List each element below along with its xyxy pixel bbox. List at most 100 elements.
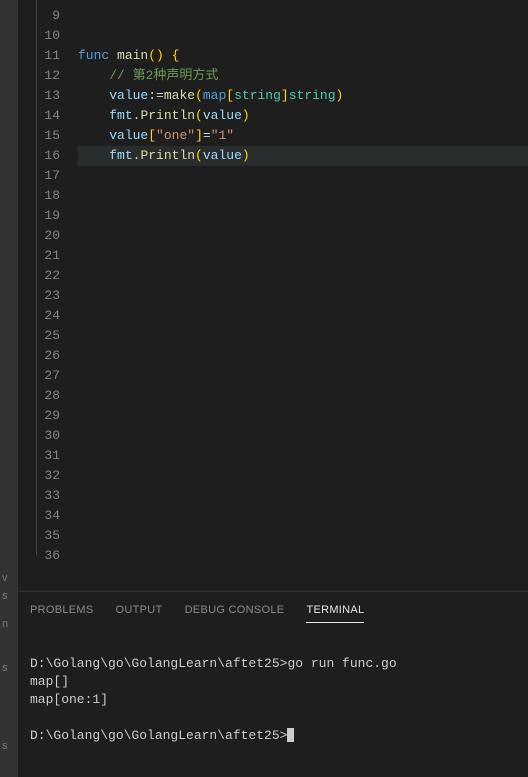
code-line[interactable] xyxy=(78,166,528,186)
code-line[interactable] xyxy=(78,186,528,206)
code-line[interactable] xyxy=(78,326,528,346)
code-line[interactable] xyxy=(78,466,528,486)
activity-hint: n xyxy=(2,618,8,630)
terminal-content[interactable]: D:\Golang\go\GolangLearn\aftet25>go run … xyxy=(18,623,528,777)
code-line[interactable]: value["one"]="1" xyxy=(78,126,528,146)
terminal-line: map[] xyxy=(30,673,516,691)
code-token: value xyxy=(109,88,148,103)
code-line[interactable] xyxy=(78,6,528,26)
code-line[interactable]: fmt.Println(value) xyxy=(78,106,528,126)
code-token: ( xyxy=(195,88,203,103)
line-number: 15 xyxy=(18,126,60,146)
code-token: map xyxy=(203,88,226,103)
line-number: 31 xyxy=(18,446,60,466)
code-line[interactable] xyxy=(78,246,528,266)
panel-tab-debug-console[interactable]: DEBUG CONSOLE xyxy=(185,600,285,623)
code-line[interactable]: value:=make(map[string]string) xyxy=(78,86,528,106)
line-number: 30 xyxy=(18,426,60,446)
code-line[interactable] xyxy=(78,306,528,326)
line-number: 23 xyxy=(18,286,60,306)
line-number: 13 xyxy=(18,86,60,106)
code-area: 9101112131415161718192021222324252627282… xyxy=(18,0,528,591)
code-token: Println xyxy=(140,108,195,123)
code-line[interactable] xyxy=(78,486,528,506)
panel-tab-output[interactable]: OUTPUT xyxy=(116,600,163,623)
line-number: 11 xyxy=(18,46,60,66)
code-token xyxy=(164,48,172,63)
code-token: ( xyxy=(195,148,203,163)
line-number: 12 xyxy=(18,66,60,86)
line-number: 14 xyxy=(18,106,60,126)
line-number: 35 xyxy=(18,526,60,546)
code-line[interactable]: func main() { xyxy=(78,46,528,66)
code-token xyxy=(109,48,117,63)
main-area: 9101112131415161718192021222324252627282… xyxy=(18,0,528,777)
code-line[interactable] xyxy=(78,546,528,566)
line-number: 25 xyxy=(18,326,60,346)
panel-tabs: PROBLEMS OUTPUT DEBUG CONSOLE TERMINAL xyxy=(18,592,528,623)
code-line[interactable] xyxy=(78,266,528,286)
terminal-line xyxy=(30,709,516,727)
code-line[interactable] xyxy=(78,286,528,306)
code-line[interactable] xyxy=(78,406,528,426)
code-line[interactable] xyxy=(78,526,528,546)
line-number: 32 xyxy=(18,466,60,486)
code-token xyxy=(78,128,109,143)
line-number: 16 xyxy=(18,146,60,166)
panel-tab-terminal[interactable]: TERMINAL xyxy=(306,600,364,623)
code-token: ) xyxy=(242,108,250,123)
activity-hint: s xyxy=(2,662,8,674)
code-token xyxy=(78,148,109,163)
code-token: "one" xyxy=(156,128,195,143)
line-gutter: 9101112131415161718192021222324252627282… xyxy=(18,0,78,591)
code-line[interactable] xyxy=(78,366,528,386)
code-line[interactable] xyxy=(78,506,528,526)
code-token xyxy=(78,108,109,123)
code-line[interactable] xyxy=(78,26,528,46)
code-token: { xyxy=(172,48,180,63)
terminal-line xyxy=(30,637,516,655)
code-line[interactable] xyxy=(78,446,528,466)
code-token: // 第2种声明方式 xyxy=(109,68,218,83)
code-line[interactable] xyxy=(78,386,528,406)
line-number: 22 xyxy=(18,266,60,286)
code-line[interactable]: // 第2种声明方式 xyxy=(78,66,528,86)
code-token: main xyxy=(117,48,148,63)
line-number: 18 xyxy=(18,186,60,206)
code-token xyxy=(78,68,109,83)
line-number: 26 xyxy=(18,346,60,366)
line-number: 24 xyxy=(18,306,60,326)
line-number: 17 xyxy=(18,166,60,186)
code-line[interactable] xyxy=(78,346,528,366)
bottom-panel: PROBLEMS OUTPUT DEBUG CONSOLE TERMINAL D:\G… xyxy=(18,591,528,777)
line-number: 36 xyxy=(18,546,60,566)
code-line[interactable]: fmt.Println(value) xyxy=(78,146,528,166)
code-token: ] xyxy=(195,128,203,143)
code-token: := xyxy=(148,88,164,103)
code-token: "1" xyxy=(211,128,234,143)
code-token: ) xyxy=(242,148,250,163)
terminal-line: D:\Golang\go\GolangLearn\aftet25> xyxy=(30,727,516,745)
terminal-line: D:\Golang\go\GolangLearn\aftet25>go run … xyxy=(30,655,516,673)
activity-hint: s xyxy=(2,590,8,602)
code-token: ] xyxy=(281,88,289,103)
terminal-cursor xyxy=(287,728,294,742)
code-token: value xyxy=(109,128,148,143)
code-token: = xyxy=(203,128,211,143)
code-line[interactable] xyxy=(78,206,528,226)
code-token: ( xyxy=(195,108,203,123)
terminal-line: map[one:1] xyxy=(30,691,516,709)
code-token: [ xyxy=(148,128,156,143)
code-token: make xyxy=(164,88,195,103)
line-number: 19 xyxy=(18,206,60,226)
code-line[interactable] xyxy=(78,226,528,246)
panel-tab-problems[interactable]: PROBLEMS xyxy=(30,600,94,623)
code-line[interactable] xyxy=(78,426,528,446)
editor-area[interactable]: 9101112131415161718192021222324252627282… xyxy=(18,0,528,591)
code-content[interactable]: func main() { // 第2种声明方式 value:=make(map… xyxy=(78,0,528,591)
line-number: 9 xyxy=(18,6,60,26)
code-token: fmt xyxy=(109,108,132,123)
line-number: 20 xyxy=(18,226,60,246)
code-token: string xyxy=(289,88,336,103)
line-number: 10 xyxy=(18,26,60,46)
